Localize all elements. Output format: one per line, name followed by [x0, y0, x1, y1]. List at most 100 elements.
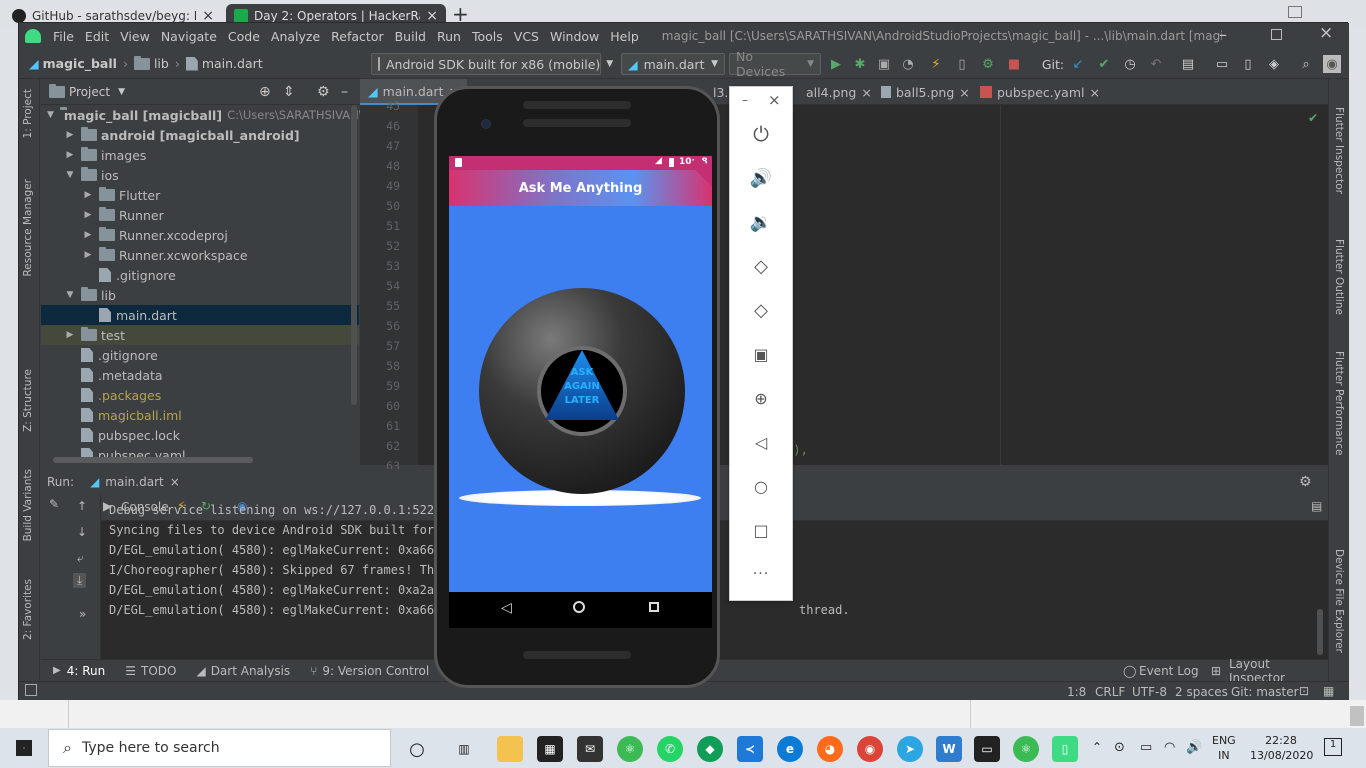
run-icon[interactable]: ▶ — [827, 55, 845, 73]
stop-icon[interactable]: ■ — [1005, 55, 1023, 73]
breadcrumb-file[interactable]: main.dart — [202, 56, 263, 71]
chevron-down-icon[interactable]: ▼ — [65, 290, 75, 300]
firefox-icon[interactable]: ◕ — [817, 736, 843, 762]
menu-tools[interactable]: Tools — [472, 29, 503, 44]
up-icon[interactable]: ↑ — [77, 499, 87, 513]
menu-view[interactable]: View — [120, 29, 150, 44]
more-icon[interactable]: » — [79, 607, 86, 621]
down-icon[interactable]: ↓ — [77, 525, 87, 539]
tool-build-variants[interactable]: Build Variants — [22, 469, 34, 541]
chevron-down-icon[interactable]: ▼ — [47, 110, 54, 120]
tool-event-log[interactable]: Event Log — [1139, 664, 1199, 678]
rotate-left-icon[interactable]: ◇ — [730, 251, 792, 281]
breadcrumb-lib[interactable]: lib — [154, 56, 169, 71]
profile-icon[interactable]: ◔ — [899, 55, 917, 73]
edge-icon[interactable]: e — [777, 736, 803, 762]
menu-edit[interactable]: Edit — [85, 29, 109, 44]
nav-home-icon[interactable] — [573, 601, 585, 613]
tab-ball5-png[interactable]: ball5.png × — [873, 79, 978, 105]
history-icon[interactable]: ◷ — [1121, 55, 1139, 73]
restore-icon[interactable] — [1288, 6, 1302, 18]
language-indicator[interactable]: ENG IN — [1212, 733, 1236, 763]
hot-restart-icon[interactable]: ▯ — [953, 55, 971, 73]
close-icon[interactable]: × — [170, 475, 180, 489]
atom-app-icon[interactable]: ⚛ — [1013, 736, 1039, 762]
tree-item[interactable]: ▼ magic_ball [magicball] C:\Users\SARATHSI… — [41, 105, 437, 125]
volume-down-icon[interactable]: 🔉 — [730, 207, 792, 237]
tree-item[interactable]: ▶ Runner.xcodeproj — [41, 225, 359, 245]
tool-flutter-performance[interactable]: Flutter Performance — [1333, 351, 1345, 456]
home-icon[interactable]: ○ — [730, 471, 792, 501]
phone-screen[interactable]: ◢ 10:28 Ask Me Anything ASK AGAIN LATER — [449, 156, 712, 592]
menu-help[interactable]: Help — [610, 29, 639, 44]
volume-icon[interactable]: 🔊 — [1186, 740, 1202, 755]
tree-item[interactable]: ▶ test — [41, 325, 359, 345]
device-selector[interactable]: Android SDK built for x86 (mobile) ▼ — [371, 53, 613, 75]
nav-overview-icon[interactable] — [649, 602, 659, 612]
tree-item[interactable]: ▼ lib — [41, 285, 359, 305]
no-devices-selector[interactable]: No Devices ▼ — [729, 49, 821, 79]
maps-icon[interactable]: ◆ — [697, 736, 723, 762]
tool-run[interactable]: 4: Run — [67, 664, 106, 678]
power-icon[interactable]: ⏻ — [730, 119, 792, 149]
chevron-right-icon[interactable]: ▶ — [83, 230, 93, 240]
close-button[interactable]: × — [768, 91, 781, 109]
whatsapp-icon[interactable]: ✆ — [657, 736, 683, 762]
tab-pubspec-yaml[interactable]: pubspec.yaml × — [972, 79, 1108, 105]
tool-project[interactable]: 1: Project — [22, 89, 34, 138]
cortana-icon[interactable]: ○ — [404, 736, 430, 762]
network-icon[interactable]: ⊙ — [1114, 740, 1125, 755]
tree-item[interactable]: ▶ Runner — [41, 205, 359, 225]
breadcrumb-project[interactable]: magic_ball — [43, 56, 117, 71]
chevron-up-icon[interactable]: ⌃ — [1092, 740, 1102, 754]
tool-flutter-inspector[interactable]: Flutter Inspector — [1333, 107, 1345, 194]
wps-icon[interactable]: W — [936, 736, 962, 762]
git-commit-icon[interactable]: ✔ — [1095, 55, 1113, 73]
vscode-icon[interactable]: ≺ — [737, 736, 763, 762]
tree-item[interactable]: .gitignore — [41, 345, 359, 365]
rollback-icon[interactable]: ↶ — [1147, 55, 1165, 73]
scroll-end-icon[interactable]: ⤓ — [73, 573, 87, 588]
android-studio-taskbar-icon[interactable]: ▯ — [1052, 736, 1078, 762]
volume-up-icon[interactable]: 🔊 — [730, 163, 792, 193]
avatar[interactable]: ◉ — [1323, 55, 1341, 73]
tool-flutter-outline[interactable]: Flutter Outline — [1333, 239, 1345, 315]
wrap-icon[interactable]: ⤶ — [77, 551, 84, 566]
tree-item[interactable]: .gitignore — [41, 265, 359, 285]
tool-resource-manager[interactable]: Resource Manager — [22, 179, 34, 277]
battery-icon[interactable]: ▭ — [1140, 740, 1152, 755]
chevron-right-icon[interactable]: ▶ — [65, 150, 75, 160]
pin-icon[interactable]: ✎ — [49, 497, 59, 511]
tree-item[interactable]: ▼ ios — [41, 165, 359, 185]
gear-icon[interactable]: ⚙ — [1299, 474, 1312, 490]
console-scrollbar[interactable] — [1317, 609, 1323, 655]
horizontal-scrollbar[interactable] — [53, 457, 253, 463]
minimize-button[interactable]: – — [1219, 25, 1227, 44]
project-view-label[interactable]: Project — [69, 85, 110, 99]
close-icon[interactable]: × — [861, 85, 871, 100]
chevron-right-icon[interactable]: ▶ — [83, 250, 93, 260]
close-button[interactable]: × — [1319, 23, 1333, 43]
menu-vcs[interactable]: VCS — [514, 29, 539, 44]
tab-ball4-png[interactable]: all4.png × — [798, 79, 880, 105]
zoom-icon[interactable]: ⊕ — [730, 383, 792, 413]
file-encoding[interactable]: UTF-8 — [1132, 685, 1167, 699]
run-tab[interactable]: main.dart — [105, 475, 163, 489]
search-icon[interactable]: ⌕ — [1297, 55, 1315, 73]
menu-analyze[interactable]: Analyze — [271, 29, 320, 44]
rotate-right-icon[interactable]: ◇ — [730, 295, 792, 325]
sdk-manager-icon[interactable]: ▤ — [1179, 55, 1197, 73]
indent-setting[interactable]: 2 spaces — [1175, 685, 1228, 699]
device-manager-icon[interactable]: ▯ — [1239, 55, 1257, 73]
tree-item[interactable]: ▶ images — [41, 145, 359, 165]
atom-icon[interactable]: ⚛ — [617, 736, 643, 762]
tool-todo[interactable]: TODO — [141, 664, 176, 678]
chevron-down-icon[interactable]: ▼ — [65, 170, 75, 180]
chevron-right-icon[interactable]: ▶ — [83, 190, 93, 200]
telegram-icon[interactable]: ➤ — [897, 736, 923, 762]
more-icon[interactable]: ··· — [730, 559, 792, 589]
coverage-icon[interactable]: ▣ — [875, 55, 893, 73]
lock-icon[interactable]: ⊡ — [1299, 684, 1309, 698]
tree-item[interactable]: pubspec.lock — [41, 425, 359, 445]
gear-icon[interactable]: ⚙ — [317, 84, 330, 100]
